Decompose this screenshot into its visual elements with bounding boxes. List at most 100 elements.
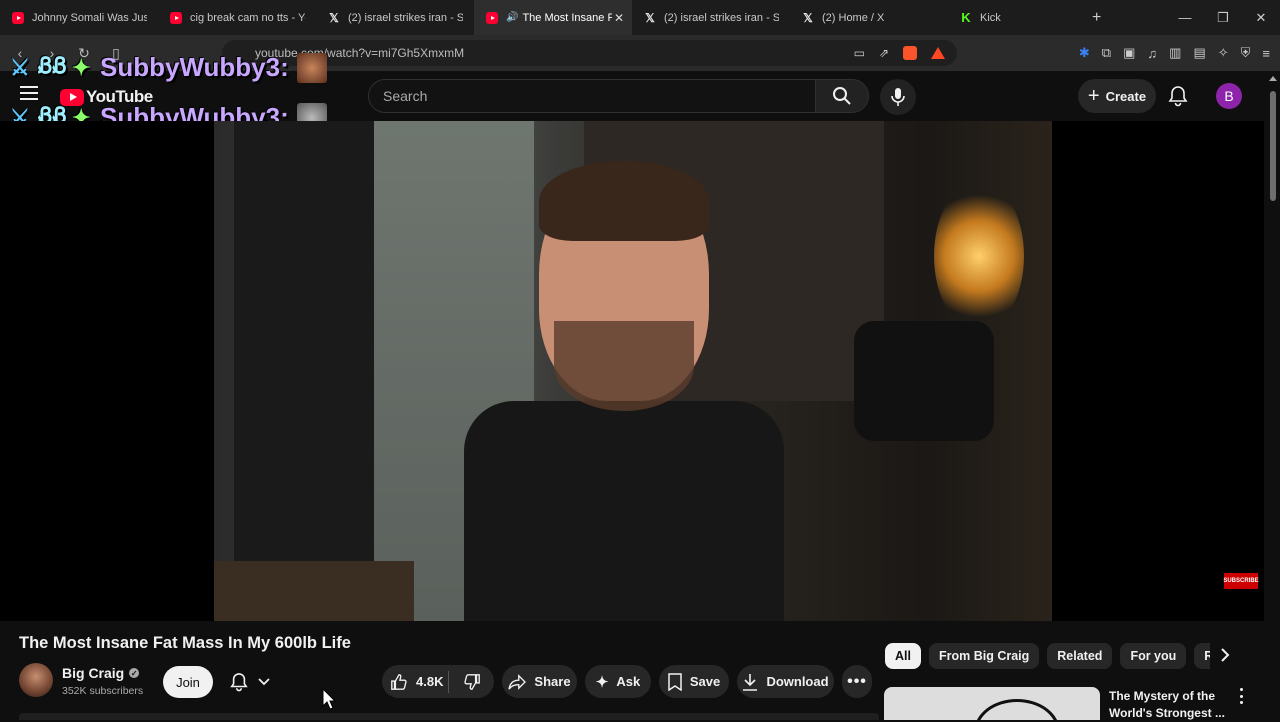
- search-button[interactable]: [815, 79, 869, 113]
- vpn-icon[interactable]: ⛨: [1241, 45, 1251, 61]
- puzzle-extensions-icon[interactable]: ⧉: [1102, 45, 1111, 61]
- verified-icon: ✓: [129, 668, 140, 678]
- youtube-logo[interactable]: YouTube: [60, 87, 153, 107]
- presenter: [464, 161, 784, 621]
- menu-icon[interactable]: ≡: [1262, 46, 1270, 61]
- comments-section-edge: [19, 713, 879, 720]
- browser-tab[interactable]: 𝕏(2) israel strikes iran - Sear: [632, 0, 790, 35]
- address-bar: ‹ › ↻ ▯ youtube.com/watch?v=mi7Gh5XmxmM …: [0, 35, 1280, 71]
- subscriber-count: 352K subscribers: [62, 685, 144, 697]
- save-button[interactable]: Save: [659, 665, 729, 698]
- create-button[interactable]: + Create: [1078, 79, 1156, 113]
- like-dislike-bar: 4.8K: [382, 665, 494, 698]
- page-scrollbar[interactable]: [1266, 71, 1280, 720]
- bell-icon: [230, 673, 248, 692]
- music-icon[interactable]: ♫: [1147, 46, 1157, 61]
- chip-from-channel[interactable]: From Big Craig: [928, 643, 1040, 669]
- video-frame: [214, 121, 1052, 621]
- chip-for-you[interactable]: For you: [1120, 643, 1187, 669]
- scroll-up-icon[interactable]: [1269, 76, 1277, 81]
- browser-tab[interactable]: cig break cam no tts - You: [158, 0, 316, 35]
- reload-icon[interactable]: ↻: [72, 41, 96, 65]
- sparkle-icon: ✦: [595, 673, 609, 691]
- voice-search-button[interactable]: [880, 79, 916, 115]
- ask-button[interactable]: ✦ Ask: [585, 665, 651, 698]
- notifications-button[interactable]: [1168, 85, 1188, 112]
- wallet-icon[interactable]: ▣: [1123, 45, 1135, 61]
- subscription-bell-button[interactable]: [226, 666, 284, 698]
- like-button[interactable]: 4.8K: [382, 673, 448, 691]
- browser-tab[interactable]: K Kick: [948, 0, 1068, 35]
- hamburger-menu-icon[interactable]: [20, 86, 38, 100]
- window-close-icon[interactable]: ✕: [1242, 0, 1280, 35]
- bell-icon: [1168, 86, 1188, 107]
- share-page-icon[interactable]: ⇗: [879, 46, 889, 60]
- x-icon: 𝕏: [645, 10, 655, 25]
- new-tab-icon[interactable]: +: [1092, 9, 1101, 27]
- recommended-video-thumbnail[interactable]: [884, 687, 1100, 720]
- channel-avatar[interactable]: [19, 663, 53, 697]
- back-icon[interactable]: ‹: [8, 41, 32, 65]
- recommended-video-menu-icon[interactable]: [1236, 688, 1246, 704]
- account-avatar[interactable]: B: [1216, 83, 1242, 109]
- download-button[interactable]: Download: [737, 665, 834, 698]
- download-icon: [743, 673, 758, 691]
- subscribe-watermark[interactable]: SUBSCRIBE: [1223, 573, 1259, 589]
- wallet-icon-2[interactable]: ▤: [1193, 45, 1205, 61]
- cast-icon[interactable]: ▭: [854, 46, 865, 60]
- close-tab-icon[interactable]: ✕: [614, 11, 624, 25]
- browser-tab[interactable]: 𝕏 (2) Home / X: [790, 0, 948, 35]
- chips-next-button[interactable]: [1220, 648, 1230, 667]
- browser-tab[interactable]: Johnny Somali Was Just De: [0, 0, 158, 35]
- video-title: The Most Insane Fat Mass In My 600lb Lif…: [19, 634, 351, 652]
- chip-all[interactable]: All: [885, 643, 921, 669]
- chevron-right-icon: [1221, 648, 1230, 662]
- chip-recent[interactable]: Recen: [1194, 643, 1210, 669]
- search-input[interactable]: Search: [368, 79, 816, 113]
- more-horizontal-icon: •••: [847, 672, 867, 690]
- video-player[interactable]: SUBSCRIBE: [0, 121, 1264, 621]
- brave-shields-icon[interactable]: [903, 46, 917, 60]
- join-button[interactable]: Join: [163, 666, 213, 698]
- x-icon: 𝕏: [329, 10, 339, 25]
- recommendation-filter-chips: All From Big Craig Related For you Recen: [885, 643, 1210, 669]
- extension-icon[interactable]: ✱: [1079, 45, 1090, 61]
- recommended-video-title[interactable]: The Mystery of the World's Strongest ...: [1109, 688, 1229, 722]
- plus-icon: +: [1087, 85, 1100, 107]
- mouse-cursor-icon: [322, 688, 336, 710]
- channel-name[interactable]: Big Craig ✓: [62, 665, 140, 681]
- chip-related[interactable]: Related: [1047, 643, 1113, 669]
- scrollbar-thumb[interactable]: [1270, 91, 1276, 201]
- brave-rewards-icon[interactable]: [931, 47, 945, 59]
- chevron-down-icon: [258, 678, 270, 686]
- search-placeholder: Search: [383, 88, 428, 104]
- search-icon: [833, 87, 851, 105]
- sidebar-toggle-icon[interactable]: ▥: [1169, 45, 1181, 61]
- share-button[interactable]: Share: [502, 665, 577, 698]
- window-controls: — ❐ ✕: [1166, 0, 1280, 35]
- share-icon: [508, 673, 527, 690]
- browser-tab-active[interactable]: 🔊 The Most Insane Fa ✕: [474, 0, 632, 35]
- youtube-icon: [170, 11, 182, 24]
- youtube-header: YouTube Search + Create B: [0, 71, 1280, 121]
- restore-icon[interactable]: ❐: [1204, 0, 1242, 35]
- audio-playing-icon[interactable]: 🔊: [506, 12, 518, 23]
- forward-icon[interactable]: ›: [40, 41, 64, 65]
- like-count: 4.8K: [416, 674, 444, 689]
- more-actions-button[interactable]: •••: [842, 665, 872, 698]
- dislike-button[interactable]: [449, 673, 494, 691]
- url-text: youtube.com/watch?v=mi7Gh5XmxmM: [255, 46, 465, 60]
- thumbs-down-icon: [463, 673, 480, 690]
- microphone-icon: [891, 88, 905, 106]
- youtube-logo-icon: [60, 88, 84, 106]
- x-icon: 𝕏: [803, 10, 813, 25]
- url-field[interactable]: youtube.com/watch?v=mi7Gh5XmxmM ▭ ⇗: [222, 40, 957, 66]
- youtube-icon: [486, 11, 498, 24]
- leo-ai-icon[interactable]: ✧: [1218, 45, 1229, 61]
- browser-tab[interactable]: 𝕏(2) israel strikes iran - Sear: [316, 0, 474, 35]
- youtube-icon: [12, 11, 24, 24]
- bookmark-icon: [668, 672, 682, 691]
- bookmark-icon[interactable]: ▯: [104, 41, 128, 65]
- thumbs-up-icon: [391, 673, 407, 690]
- minimize-icon[interactable]: —: [1166, 0, 1204, 35]
